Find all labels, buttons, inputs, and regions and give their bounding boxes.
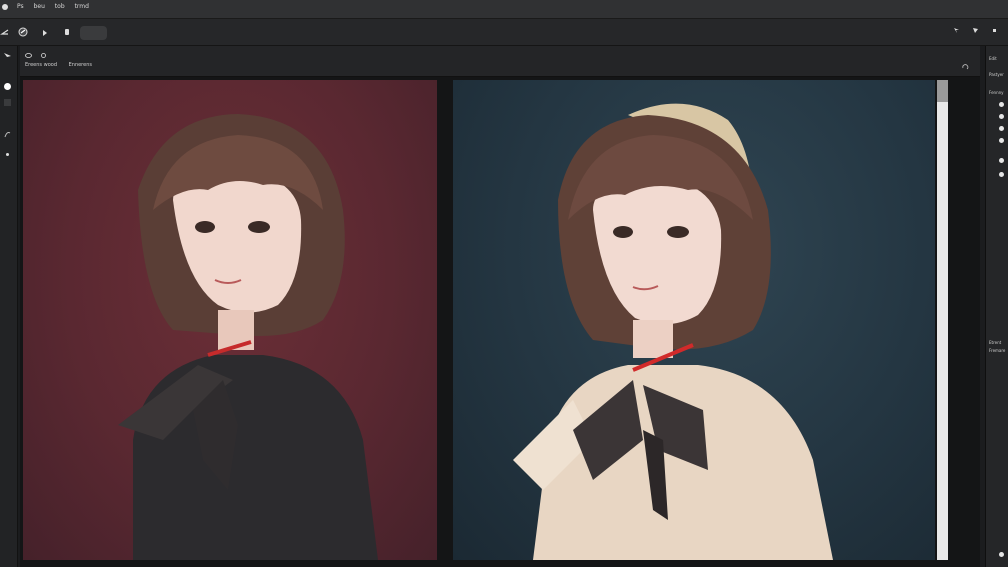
tab-2[interactable]: Ennerens — [69, 62, 92, 68]
layer-dot-1[interactable] — [999, 102, 1004, 107]
panel-label-2: Pastyer — [989, 72, 1004, 77]
panel-label-4: Etrent — [989, 340, 1002, 345]
move-tool-icon[interactable] — [40, 28, 50, 38]
options-field[interactable] — [80, 26, 107, 40]
menu-items: Ps beu tob trmd — [17, 3, 97, 10]
menu-item-4[interactable]: trmd — [75, 3, 89, 10]
panel-label-3: Fennny — [989, 90, 1004, 95]
document-tabs: Ereens wood Ennerens — [25, 62, 102, 68]
menu-item-1[interactable]: Ps — [17, 3, 24, 10]
image-canvas-right[interactable] — [453, 80, 935, 560]
menu-item-2[interactable]: beu — [34, 3, 45, 10]
lock-icon[interactable] — [62, 27, 72, 37]
vertical-scrollbar[interactable] — [937, 80, 948, 560]
scrollbar-thumb[interactable] — [937, 80, 948, 102]
image-canvas-left[interactable] — [23, 80, 437, 560]
app-icon[interactable] — [2, 4, 8, 10]
circle-tool-icon[interactable] — [3, 82, 12, 91]
curve-tool-icon[interactable] — [3, 130, 12, 139]
tab-1[interactable]: Ereens wood — [25, 62, 57, 68]
properties-panel: Edit Pastyer Fennny Etrent Fremare — [985, 46, 1008, 567]
portrait-left — [118, 114, 378, 560]
brush-icon[interactable] — [18, 27, 28, 37]
panel-label-1: Edit — [989, 56, 997, 61]
layer-dot-3[interactable] — [999, 126, 1004, 131]
menu-item-3[interactable]: tob — [55, 3, 65, 10]
document-area: Ereens wood Ennerens — [20, 46, 980, 567]
menu-bar: Ps beu tob trmd — [0, 0, 1008, 19]
tool-arrow-icon[interactable] — [953, 27, 960, 34]
dot-tool-icon[interactable] — [3, 150, 12, 159]
select-tool-icon[interactable] — [3, 52, 12, 61]
layer-dot-6[interactable] — [999, 172, 1004, 177]
layer-dot-4[interactable] — [999, 138, 1004, 143]
rotate-icon[interactable] — [962, 64, 969, 71]
options-bar — [0, 19, 1008, 46]
tools-panel — [0, 46, 18, 567]
panel-label-5: Fremare — [989, 348, 1006, 353]
square-icon[interactable] — [991, 27, 998, 34]
layer-dot-5[interactable] — [999, 158, 1004, 163]
divider-tool-icon — [4, 99, 11, 106]
link-icon[interactable] — [40, 52, 47, 59]
panel-dot-bottom[interactable] — [999, 552, 1004, 557]
document-header: Ereens wood Ennerens — [20, 46, 980, 77]
layer-dot-2[interactable] — [999, 114, 1004, 119]
portrait-right — [513, 103, 833, 560]
pointer-icon[interactable] — [972, 27, 979, 34]
eye-icon[interactable] — [25, 52, 32, 59]
back-arrow-icon[interactable] — [0, 28, 10, 38]
